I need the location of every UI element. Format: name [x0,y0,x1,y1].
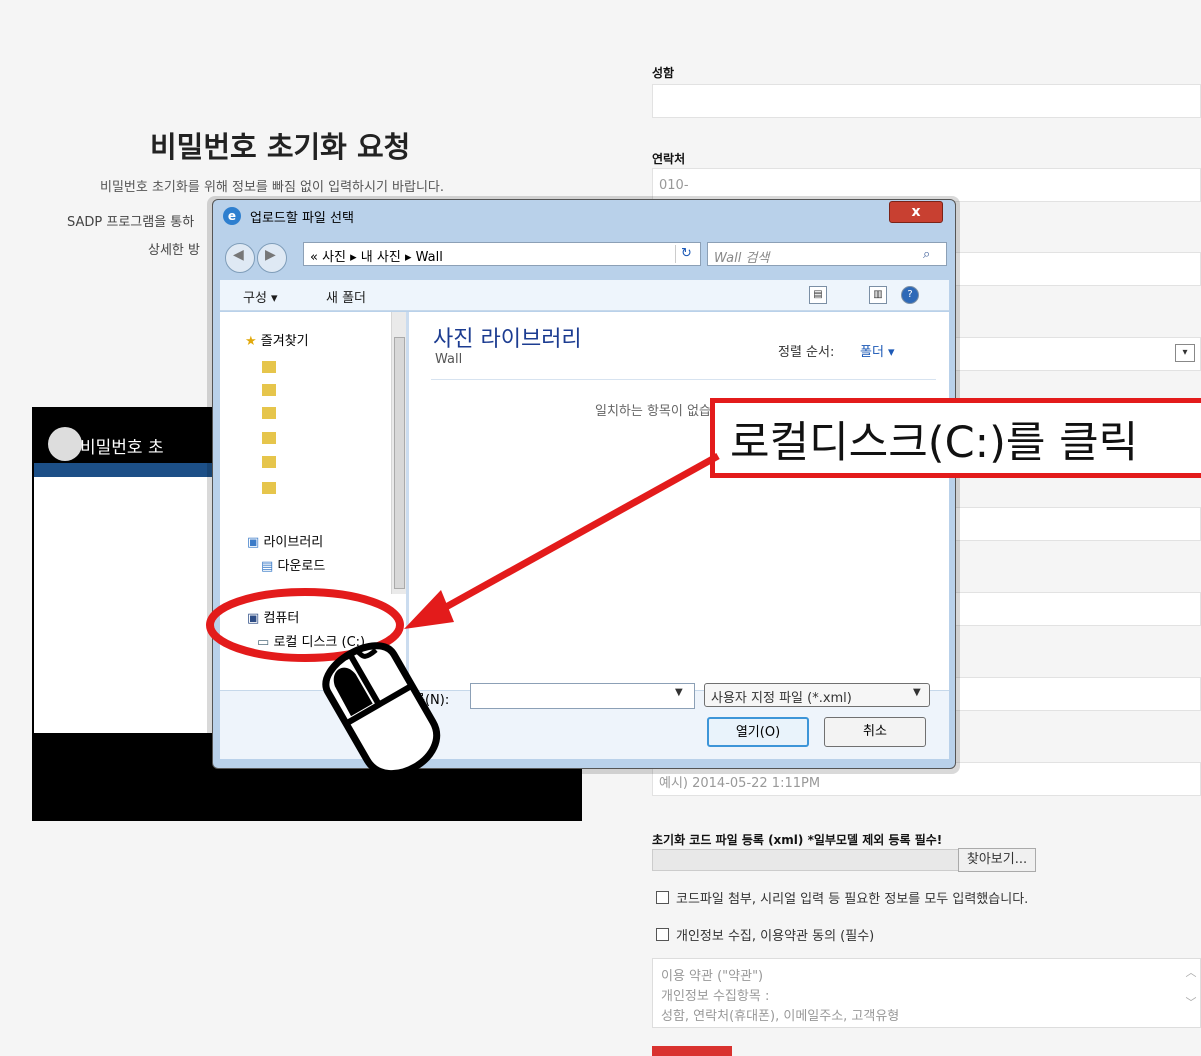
annotation-arrow-head [404,590,454,629]
annotation-arrow-line [426,452,720,621]
annotation-overlay [206,452,720,778]
